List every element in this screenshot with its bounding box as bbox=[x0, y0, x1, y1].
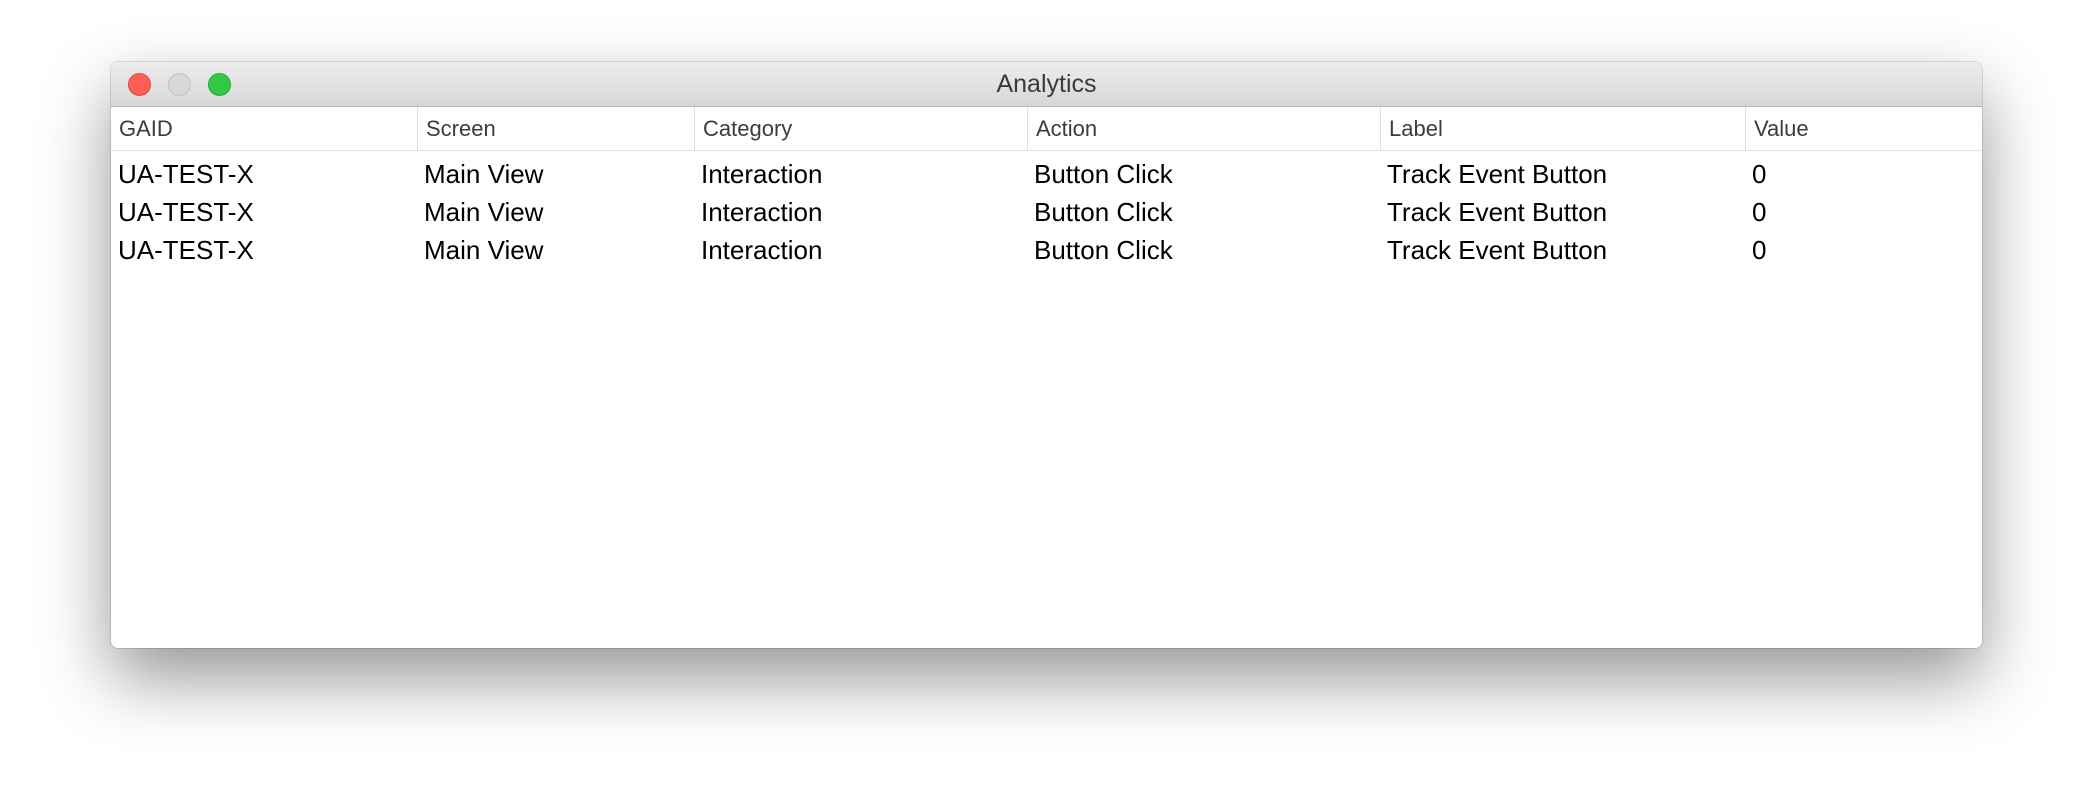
cell-label: Track Event Button bbox=[1387, 197, 1608, 227]
column-header-action[interactable]: Action bbox=[1027, 107, 1380, 150]
cell-label: Track Event Button bbox=[1387, 159, 1608, 189]
column-header-label[interactable]: Label bbox=[1380, 107, 1745, 150]
cell-category: Interaction bbox=[701, 235, 823, 265]
column-header-category[interactable]: Category bbox=[694, 107, 1027, 150]
cell-gaid: UA-TEST-X bbox=[118, 159, 254, 189]
cell-gaid: UA-TEST-X bbox=[118, 197, 254, 227]
cell-category: Interaction bbox=[701, 159, 823, 189]
table-row[interactable]: UA-TEST-X Main View Interaction Button C… bbox=[111, 155, 1982, 193]
window-title: Analytics bbox=[996, 70, 1097, 98]
cell-action: Button Click bbox=[1034, 197, 1173, 227]
events-table: GAID Screen Category Action Label Value … bbox=[111, 107, 1982, 269]
cell-gaid: UA-TEST-X bbox=[118, 235, 254, 265]
table-body: UA-TEST-X Main View Interaction Button C… bbox=[111, 151, 1982, 269]
cell-action: Button Click bbox=[1034, 159, 1173, 189]
cell-screen: Main View bbox=[424, 197, 544, 227]
cell-value: 0 bbox=[1752, 159, 1767, 189]
column-header-screen[interactable]: Screen bbox=[417, 107, 694, 150]
table-row[interactable]: UA-TEST-X Main View Interaction Button C… bbox=[111, 231, 1982, 269]
cell-category: Interaction bbox=[701, 197, 823, 227]
column-header-gaid[interactable]: GAID bbox=[111, 107, 417, 150]
title-bar[interactable]: Analytics bbox=[111, 62, 1982, 107]
cell-value: 0 bbox=[1752, 235, 1767, 265]
table-row[interactable]: UA-TEST-X Main View Interaction Button C… bbox=[111, 193, 1982, 231]
cell-screen: Main View bbox=[424, 235, 544, 265]
cell-action: Button Click bbox=[1034, 235, 1173, 265]
column-header-value[interactable]: Value bbox=[1745, 107, 1982, 150]
table-header: GAID Screen Category Action Label Value bbox=[111, 107, 1982, 151]
cell-label: Track Event Button bbox=[1387, 235, 1608, 265]
cell-screen: Main View bbox=[424, 159, 544, 189]
cell-value: 0 bbox=[1752, 197, 1767, 227]
analytics-window: Analytics GAID Screen Category Action La… bbox=[111, 62, 1982, 648]
